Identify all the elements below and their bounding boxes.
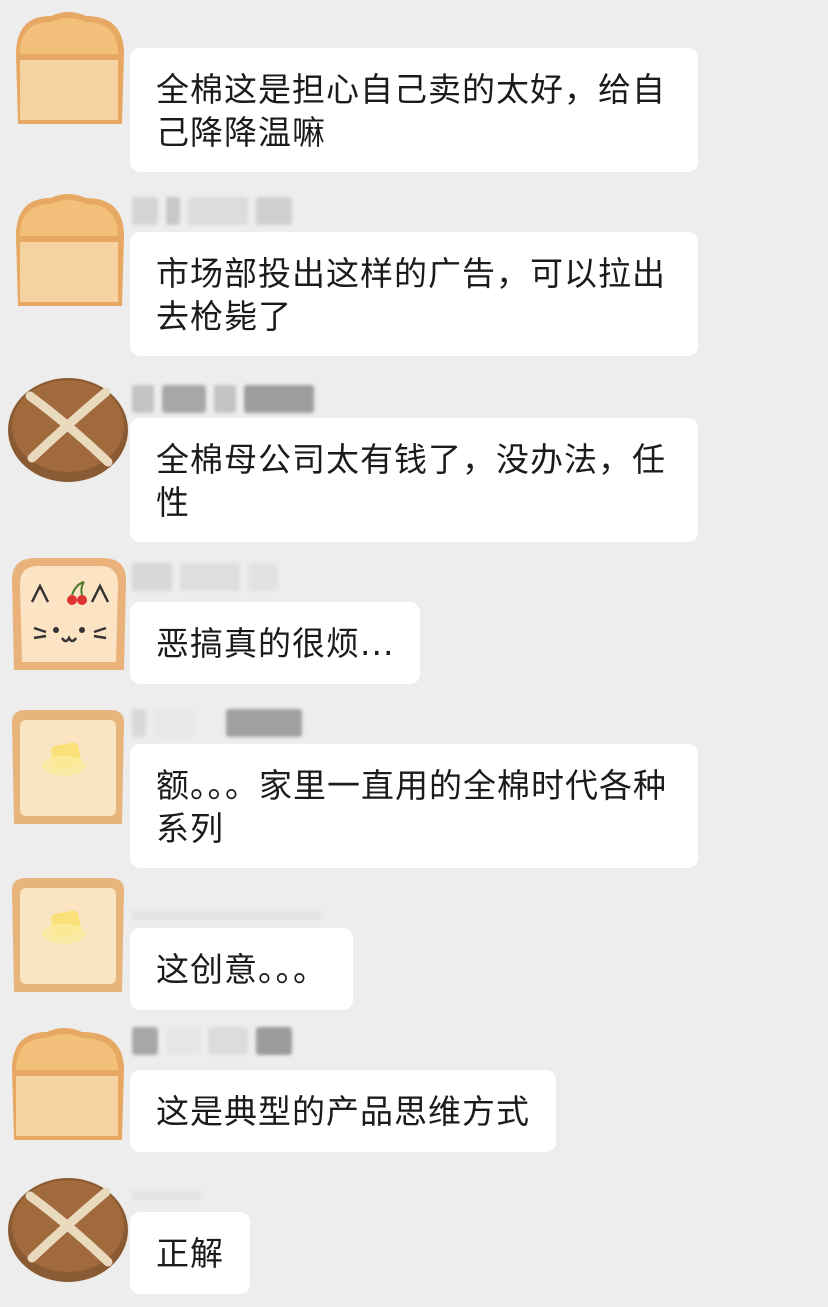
message-bubble[interactable]: 这创意。。。 xyxy=(130,928,353,1010)
loaf-bread-icon[interactable] xyxy=(6,1020,130,1144)
cat-toast-icon[interactable] xyxy=(6,550,130,674)
message-bubble[interactable]: 市场部投出这样的广告，可以拉出去枪毙了 xyxy=(130,232,698,356)
sender-name-redacted xyxy=(132,1180,202,1210)
loaf-bread-icon[interactable] xyxy=(6,186,130,310)
message-bubble[interactable]: 额。。。家里一直用的全棉时代各种系列 xyxy=(130,744,698,868)
sender-name-redacted xyxy=(132,562,278,592)
message-bubble[interactable]: 恶搞真的很烦... xyxy=(130,602,421,684)
sender-name-redacted xyxy=(132,708,302,738)
message-bubble[interactable]: 全棉母公司太有钱了，没办法，任性 xyxy=(130,418,698,542)
butter-toast-icon[interactable] xyxy=(6,876,130,1000)
message-bubble[interactable]: 这是典型的产品思维方式 xyxy=(130,1070,556,1152)
sender-name-redacted xyxy=(132,1026,292,1056)
sender-name-redacted xyxy=(132,384,314,414)
sender-name-redacted xyxy=(132,900,322,930)
message-bubble[interactable]: 正解 xyxy=(130,1212,250,1294)
message-bubble[interactable]: 全棉这是担心自己卖的太好，给自己降降温嘛 xyxy=(130,48,698,172)
loaf-bread-icon[interactable] xyxy=(6,4,130,128)
round-bread-icon[interactable] xyxy=(6,1162,130,1286)
butter-toast-icon[interactable] xyxy=(6,708,130,832)
round-bread-icon[interactable] xyxy=(6,362,130,486)
sender-name-redacted xyxy=(132,196,292,226)
chat-message-list: 全棉这是担心自己卖的太好，给自己降降温嘛 市场部投出这样的广告，可以拉出去枪毙了 xyxy=(0,0,828,1307)
